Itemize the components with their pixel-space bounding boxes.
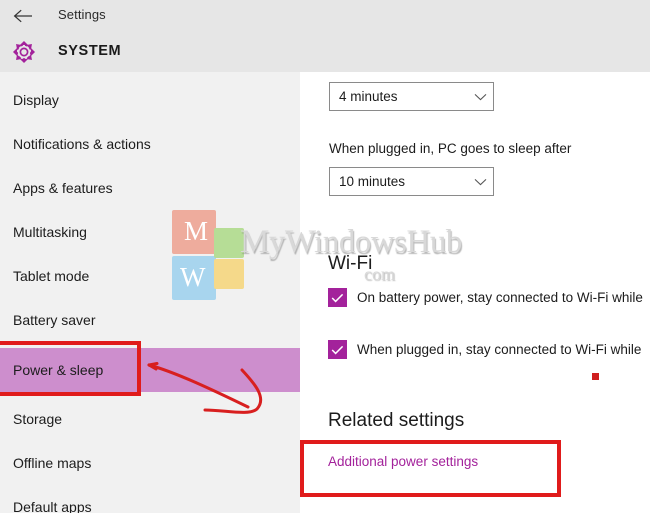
back-arrow-icon[interactable]: [10, 5, 36, 27]
chevron-down-icon: [467, 178, 493, 186]
sidebar-item-storage[interactable]: Storage: [0, 397, 300, 441]
sidebar-item-label: Tablet mode: [13, 268, 90, 284]
sidebar-item-offline-maps[interactable]: Offline maps: [0, 441, 300, 485]
sleep-on-battery-dropdown[interactable]: 4 minutes: [329, 82, 494, 111]
sidebar-item-label: Notifications & actions: [13, 136, 151, 152]
red-dot-marker: [592, 373, 599, 380]
sidebar-item-notifications-actions[interactable]: Notifications & actions: [0, 122, 300, 166]
settings-sidebar: Display Notifications & actions Apps & f…: [0, 72, 300, 513]
sidebar-item-label: Multitasking: [13, 224, 87, 240]
settings-content-panel: 4 minutes When plugged in, PC goes to sl…: [300, 72, 650, 513]
chevron-down-icon: [467, 93, 493, 101]
sidebar-item-label: Apps & features: [13, 180, 113, 196]
sidebar-item-label: Storage: [13, 411, 63, 427]
sidebar-item-battery-saver[interactable]: Battery saver: [0, 298, 300, 342]
sidebar-item-tablet-mode[interactable]: Tablet mode: [0, 254, 300, 298]
sidebar-item-label: Battery saver: [13, 312, 96, 328]
page-header: SYSTEM: [0, 32, 650, 72]
plugged-in-sleep-label: When plugged in, PC goes to sleep after: [329, 141, 572, 156]
related-settings-heading: Related settings: [328, 410, 465, 431]
plugged-in-sleep-dropdown[interactable]: 10 minutes: [329, 167, 494, 196]
dropdown-value: 4 minutes: [339, 89, 398, 104]
sidebar-item-label: Display: [13, 92, 59, 108]
checkmark-icon[interactable]: [328, 340, 347, 359]
sidebar-item-multitasking[interactable]: Multitasking: [0, 210, 300, 254]
sidebar-item-apps-features[interactable]: Apps & features: [0, 166, 300, 210]
wifi-battery-label: On battery power, stay connected to Wi-F…: [357, 290, 643, 305]
title-bar: Settings: [0, 0, 650, 32]
checkmark-icon[interactable]: [328, 288, 347, 307]
sidebar-item-label: Power & sleep: [13, 362, 104, 378]
sidebar-item-display[interactable]: Display: [0, 78, 300, 122]
sidebar-item-label: Offline maps: [13, 455, 92, 471]
page-title: SYSTEM: [58, 43, 122, 59]
wifi-plugged-label: When plugged in, stay connected to Wi-Fi…: [357, 342, 642, 357]
settings-window: Settings SYSTEM Display Notifications & …: [0, 0, 650, 513]
sidebar-item-power-sleep[interactable]: Power & sleep: [0, 348, 300, 392]
window-title: Settings: [58, 7, 106, 22]
wifi-plugged-checkbox-row[interactable]: When plugged in, stay connected to Wi-Fi…: [328, 340, 641, 359]
gear-icon: [11, 39, 37, 65]
wifi-section-heading: Wi-Fi: [328, 253, 373, 274]
wifi-battery-checkbox-row[interactable]: On battery power, stay connected to Wi-F…: [328, 288, 643, 307]
dropdown-value: 10 minutes: [339, 174, 406, 189]
additional-power-settings-link[interactable]: Additional power settings: [328, 454, 478, 469]
sidebar-item-label: Default apps: [13, 499, 92, 513]
sidebar-item-default-apps[interactable]: Default apps: [0, 485, 300, 513]
